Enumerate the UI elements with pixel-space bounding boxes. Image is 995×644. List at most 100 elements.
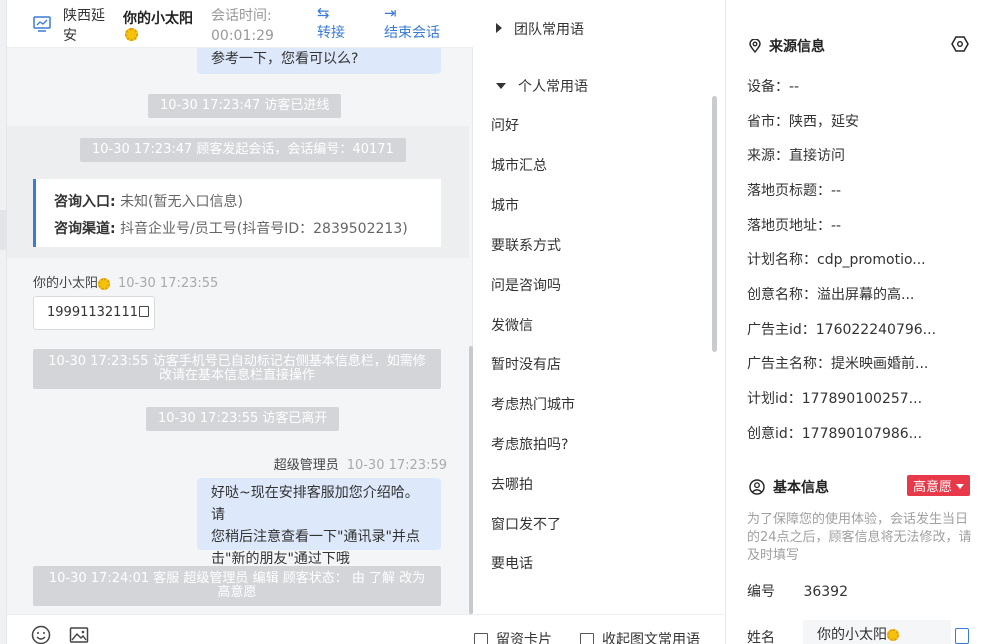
phrase-item[interactable]: 问好 (491, 115, 519, 135)
common-phrases-panel: 团队常用语 个人常用语 问好 城市汇总 城市 要联系方式 问是咨询吗 发微信 暂… (474, 0, 726, 644)
team-phrases-group[interactable]: 团队常用语 (496, 19, 584, 39)
source-field-advertiser-name: 广告主名称：提米映画婚前... (747, 356, 929, 372)
transfer-label: 转接 (317, 25, 345, 41)
doc-icon (580, 633, 594, 644)
phrase-item[interactable]: 考虑热门城市 (491, 394, 575, 414)
user-circle-icon (749, 479, 765, 495)
session-timer-value: 00:01:29 (211, 28, 274, 44)
edit-deadline-notice: 为了保障您的使用体验，会话发生当日的24点之后，顾客信息将无法修改，请及时填写 (747, 512, 972, 563)
agent-message-bubble: 好哒~现在安排客服加您介绍哈。请 您稍后注意查看一下"通讯录"并点 击"新的朋友… (197, 478, 441, 567)
phrase-item[interactable]: 暂时没有店 (491, 354, 561, 374)
phrase-item[interactable]: 窗口发不了 (491, 514, 561, 534)
source-field-creative-name: 创意名称：溢出屏幕的高... (747, 287, 915, 303)
group-label: 个人常用语 (518, 79, 588, 95)
sun-emoji-icon (125, 28, 138, 41)
customer-name-field[interactable]: 你的小太阳 (803, 620, 951, 644)
customer-name-label: 姓名 (747, 630, 775, 644)
sun-emoji-icon (887, 629, 899, 641)
sun-emoji-icon (98, 277, 111, 290)
phrase-item[interactable]: 考虑旅拍吗? (491, 434, 568, 454)
phrase-item[interactable]: 问是咨询吗 (491, 275, 561, 295)
emoji-icon[interactable] (31, 625, 51, 644)
leave-card-label: 留资卡片 (496, 632, 552, 644)
customer-id-value: 36392 (803, 584, 848, 600)
caret-right-icon (496, 23, 502, 33)
card-icon (474, 633, 488, 644)
message-text-line: 您稍后注意查看一下"通讯录"并点 (211, 529, 420, 545)
location-pin-icon (749, 39, 761, 53)
end-session-label: 结束会话 (384, 25, 440, 41)
source-field-plan-name: 计划名称：cdp_promotio... (747, 252, 926, 268)
left-edge-strip (0, 0, 7, 644)
system-message: 10-30 17:24:01 客服 超级管理员 编辑 顾客状态： 由 了解 改为… (33, 566, 441, 606)
collapse-phrases-button[interactable]: 收起图文常用语 (580, 629, 700, 644)
sender-name: 你的小太阳 (33, 276, 99, 291)
copy-name-icon[interactable] (955, 628, 969, 644)
consult-entry-value: 未知(暂无入口信息) (120, 194, 243, 210)
intent-status-label: 高意愿 (913, 480, 953, 495)
message-list: 参考一下，您看可以么? 10-30 17:23:47 访客已进线 10-30 1… (7, 48, 473, 614)
phrase-item[interactable]: 发微信 (491, 315, 533, 335)
source-info-title: 来源信息 (749, 36, 825, 56)
visitor-info-panel: 来源信息 设备：-- 省市：陕西，延安 来源：直接访问 落地页标题：-- 落地页… (727, 0, 995, 644)
end-session-button[interactable]: ⇥ 结束会话 (384, 4, 440, 42)
chat-scrollbar[interactable] (469, 346, 473, 614)
source-field-device: 设备：-- (747, 79, 800, 95)
source-field-creative-id: 创意id：177890107986... (747, 426, 923, 442)
system-message-line: 高意愿 (217, 585, 257, 600)
consult-channel-value: 抖音企业号/员工号(抖音号ID：2839502213) (120, 221, 408, 237)
leave-card-button[interactable]: 留资卡片 (474, 629, 552, 644)
phrase-item[interactable]: 要联系方式 (491, 235, 561, 255)
transfer-icon: ⇆ (317, 4, 330, 22)
message-time: 10-30 17:23:55 (118, 276, 219, 291)
source-field-region: 省市：陕西，延安 (747, 114, 859, 130)
consult-entry-label: 咨询入口: (54, 194, 116, 210)
phrase-item[interactable]: 去哪拍 (491, 474, 533, 494)
personal-phrases-group[interactable]: 个人常用语 (496, 76, 588, 96)
system-message: 10-30 17:23:55 访客已离开 (146, 407, 340, 431)
customer-name-value: 你的小太阳 (817, 627, 887, 643)
consult-channel-row: 咨询渠道: 抖音企业号/员工号(抖音号ID：2839502213) (54, 216, 441, 243)
agent-message-bubble: 参考一下，您看可以么? (197, 48, 441, 74)
phone-text: 19991132111 (47, 305, 138, 320)
visitor-location: 陕西延安 (63, 8, 105, 44)
exit-icon: ⇥ (384, 4, 397, 22)
message-time: 10-30 17:23:59 (346, 458, 447, 473)
hexagon-settings-icon[interactable] (951, 36, 969, 52)
system-message-line: 改请在基本信息栏直接操作 (158, 368, 315, 383)
phrase-item[interactable]: 城市 (491, 195, 519, 215)
copy-icon[interactable] (138, 306, 149, 317)
source-info-title-text: 来源信息 (769, 39, 825, 55)
monitor-icon (33, 16, 51, 32)
image-icon[interactable] (69, 625, 89, 644)
system-message: 10-30 17:23:55 访客手机号已自动标记右侧基本信息栏，如需修 改请在… (33, 349, 441, 389)
source-field-landing-url: 落地页地址：-- (747, 218, 842, 234)
transfer-button[interactable]: ⇆ 转接 (317, 4, 345, 42)
session-timer: 会话时间: 00:01:29 (211, 6, 274, 46)
session-timer-label: 会话时间: (211, 8, 272, 24)
message-text-line: 好哒~现在安排客服加您介绍哈。请 (211, 485, 419, 523)
basic-info-title: 基本信息 (749, 477, 829, 497)
source-field-advertiser-id: 广告主id：176022240796... (747, 322, 937, 338)
sender-name: 超级管理员 (273, 458, 339, 473)
phrases-scrollbar[interactable] (712, 96, 717, 352)
intent-status-dropdown[interactable]: 高意愿 (907, 475, 971, 496)
edge-marker (0, 210, 7, 250)
phrases-footer: 留资卡片 收起图文常用语 (474, 614, 726, 644)
caret-down-icon (956, 484, 965, 489)
phrase-item[interactable]: 要电话 (491, 553, 533, 573)
visitor-phone-message[interactable]: 19991132111 (33, 296, 155, 330)
source-field-plan-id: 计划id：177890100257... (747, 391, 923, 407)
visitor-name: 你的小太阳 (123, 8, 193, 41)
customer-id-row: 编号 36392 (747, 581, 848, 601)
consult-entry-row: 咨询入口: 未知(暂无入口信息) (54, 189, 441, 216)
collapse-label: 收起图文常用语 (602, 632, 700, 644)
chat-header: 陕西延安 你的小太阳 会话时间: 00:01:29 ⇆ 转接 ⇥ 结束会话 (7, 0, 473, 48)
basic-info-title-text: 基本信息 (773, 480, 829, 496)
phrase-item[interactable]: 城市汇总 (491, 155, 547, 175)
source-field-landing-title: 落地页标题：-- (747, 183, 842, 199)
system-message: 10-30 17:23:47 顾客发起会话，会话编号：40171 (80, 138, 406, 162)
source-field-source: 来源：直接访问 (747, 148, 845, 164)
visitor-name-text: 你的小太阳 (123, 11, 193, 27)
group-label: 团队常用语 (514, 22, 584, 38)
